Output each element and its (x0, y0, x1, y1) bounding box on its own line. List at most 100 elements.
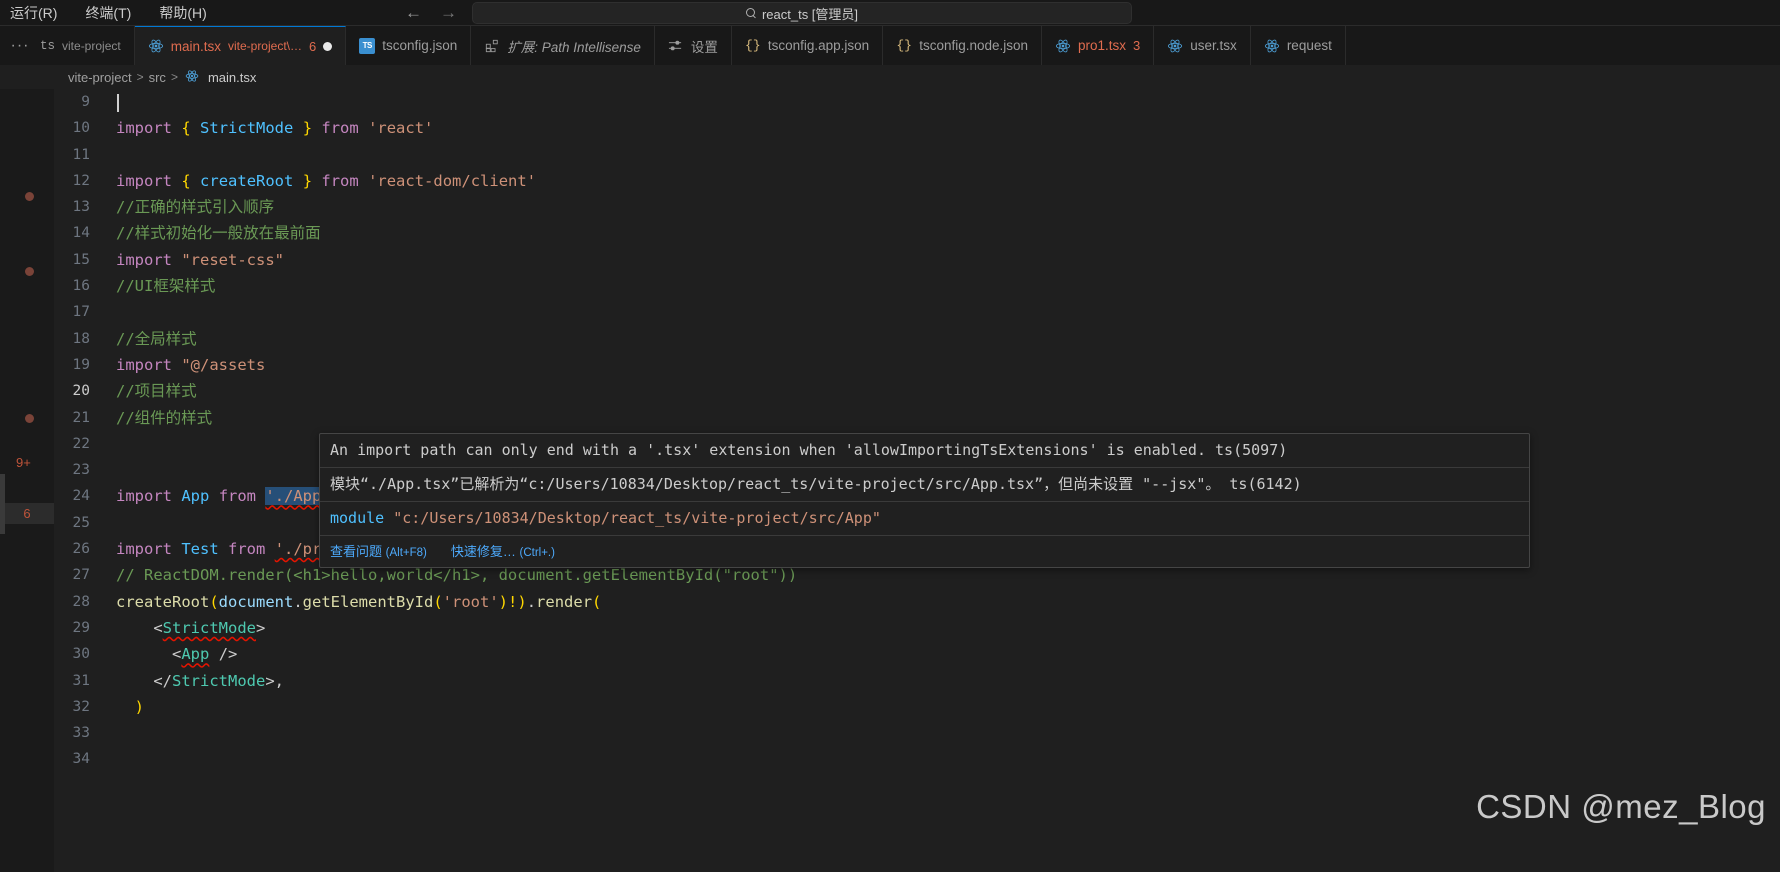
code-line[interactable]: 12 import { createRoot } from 'react-dom/… (54, 168, 1780, 194)
code-line[interactable]: 33 (54, 720, 1780, 746)
code-line[interactable]: 11 (54, 142, 1780, 168)
code-line[interactable]: 17 (54, 299, 1780, 325)
selected-problem-badge[interactable]: 6 (0, 503, 54, 524)
line-text: //UI框架样式 (116, 277, 216, 296)
menu-terminal[interactable]: 终端(T) (83, 0, 133, 26)
tab-main-tsx[interactable]: main.tsx vite-project\… 6 (134, 26, 347, 65)
view-problem-label: 查看问题 (330, 544, 383, 559)
chevron-right-icon: > (136, 70, 144, 84)
code-line[interactable]: 30 <App /> (54, 641, 1780, 667)
breakpoint-dot[interactable] (25, 414, 34, 423)
tab-overflow-button[interactable]: ··· (0, 26, 40, 65)
code-line[interactable]: 15 import "reset-css" (54, 247, 1780, 273)
title-bar: 运行(R) 终端(T) 帮助(H) ← → react_ts [管理员] (0, 0, 1780, 26)
code-line[interactable]: 18 //全局样式 (54, 326, 1780, 352)
problem-count-badge[interactable]: 9+ (16, 455, 31, 470)
hover-message-en: An import path can only end with a '.tsx… (320, 434, 1529, 468)
line-text (116, 720, 1780, 746)
code-line[interactable]: 32 ) (54, 694, 1780, 720)
forward-arrow-icon[interactable]: → (440, 0, 457, 26)
line-text: <App /> (172, 645, 238, 664)
line-text: //样式初始化一般放在最前面 (116, 224, 321, 243)
code-line[interactable]: 20 //项目样式 (54, 378, 1780, 404)
view-problem-link[interactable]: 查看问题 (Alt+F8) (330, 541, 427, 560)
quick-fix-link[interactable]: 快速修复… (Ctrl+.) (451, 541, 555, 560)
line-text: createRoot(document.getElementById('root… (116, 592, 602, 611)
module-keyword: module (330, 509, 385, 527)
quick-fix-kbd: (Ctrl+.) (519, 547, 555, 559)
react-icon (148, 38, 164, 54)
line-text: import "reset-css" (116, 250, 284, 269)
code-line[interactable]: 29 <StrictMode> (54, 615, 1780, 641)
line-number: 26 (72, 541, 90, 558)
module-path: "c:/Users/10834/Desktop/react_ts/vite-pr… (393, 509, 881, 527)
hover-message-zh: 模块“./App.tsx”已解析为“c:/Users/10834/Desktop… (320, 468, 1529, 502)
view-problem-kbd: (Alt+F8) (385, 547, 427, 559)
code-line[interactable]: 14 //样式初始化一般放在最前面 (54, 220, 1780, 246)
tab-label: pro1.tsx (1078, 38, 1127, 53)
line-number: 23 (72, 462, 90, 479)
tab-vite-project[interactable]: ts vite-project (40, 26, 135, 65)
line-number: 30 (72, 646, 90, 663)
ts-icon: ts (40, 38, 56, 53)
line-number: 34 (72, 751, 90, 768)
tab-request[interactable]: request (1250, 26, 1346, 65)
code-line[interactable]: 34 (54, 746, 1780, 772)
tab-settings[interactable]: 设置 (654, 26, 732, 65)
breakpoint-dot[interactable] (25, 192, 34, 201)
code-line[interactable]: 28 createRoot(document.getElementById('ro… (54, 589, 1780, 615)
react-icon (185, 69, 201, 85)
line-text (116, 299, 1780, 325)
tab-tsconfig-app-json[interactable]: {} tsconfig.app.json (731, 26, 884, 65)
line-number: 22 (72, 435, 90, 452)
line-number: 15 (72, 251, 90, 268)
menu-help[interactable]: 帮助(H) (157, 0, 208, 26)
line-text: import { createRoot } from 'react-dom/cl… (116, 171, 537, 190)
line-number: 16 (72, 278, 90, 295)
line-number: 10 (72, 120, 90, 137)
scroll-decoration (0, 474, 5, 534)
quick-fix-label: 快速修复… (450, 544, 516, 559)
line-number: 27 (72, 567, 90, 584)
command-center[interactable]: react_ts [管理员] (472, 2, 1132, 24)
tab-label: 扩展: Path Intellisense (507, 39, 641, 55)
tab-dirty-indicator[interactable] (323, 41, 333, 51)
code-line[interactable]: 9 (54, 89, 1780, 115)
tab-label: tsconfig.json (382, 38, 458, 53)
line-text: //正确的样式引入顺序 (116, 198, 275, 217)
line-text: ) (134, 697, 145, 716)
breadcrumb-item-src[interactable]: src (149, 70, 166, 85)
breakpoint-dot[interactable] (25, 267, 34, 276)
tab-pro1-tsx[interactable]: pro1.tsx 3 (1042, 26, 1155, 65)
line-text: import "@/assets (116, 355, 266, 374)
code-line[interactable]: 19 import "@/assets (54, 352, 1780, 378)
command-center-text: react_ts [管理员] (761, 6, 859, 22)
tab-tsconfig-json[interactable]: TS tsconfig.json (346, 26, 472, 65)
json-icon: {} (745, 38, 761, 53)
code-line[interactable]: 13 //正确的样式引入顺序 (54, 194, 1780, 220)
line-text: import { StrictMode } from 'react' (116, 119, 434, 138)
navigation-arrows: ← → (405, 0, 457, 26)
menu-run[interactable]: 运行(R) (8, 0, 59, 26)
tab-tsconfig-node-json[interactable]: {} tsconfig.node.json (883, 26, 1043, 65)
back-arrow-icon[interactable]: ← (405, 0, 422, 26)
hover-module-signature: module "c:/Users/10834/Desktop/react_ts/… (320, 502, 1529, 536)
code-line[interactable]: 31 </StrictMode>, (54, 668, 1780, 694)
line-number: 12 (72, 172, 90, 189)
line-number: 31 (72, 672, 90, 689)
code-line[interactable]: 10 import { StrictMode } from 'react' (54, 115, 1780, 141)
tab-error-badge: 3 (1133, 38, 1141, 53)
line-text: //组件的样式 (116, 408, 213, 427)
code-line[interactable]: 16 //UI框架样式 (54, 273, 1780, 299)
code-line[interactable]: 21 //组件的样式 (54, 405, 1780, 431)
breadcrumb-item-project[interactable]: vite-project (68, 70, 132, 85)
breadcrumb-item-file[interactable]: main.tsx (208, 70, 256, 85)
editor-gutter-overview[interactable]: 9+ 6 (0, 89, 54, 872)
tab-extension-path-intellisense[interactable]: 扩展: Path Intellisense (471, 26, 655, 65)
line-number: 33 (72, 725, 90, 742)
line-number: 11 (72, 146, 90, 163)
react-icon (1055, 38, 1071, 54)
vscode-window: 运行(R) 终端(T) 帮助(H) ← → react_ts [管理员] ···… (0, 0, 1780, 872)
hover-diagnostic-popup[interactable]: An import path can only end with a '.tsx… (319, 433, 1530, 568)
tab-user-tsx[interactable]: user.tsx (1154, 26, 1251, 65)
